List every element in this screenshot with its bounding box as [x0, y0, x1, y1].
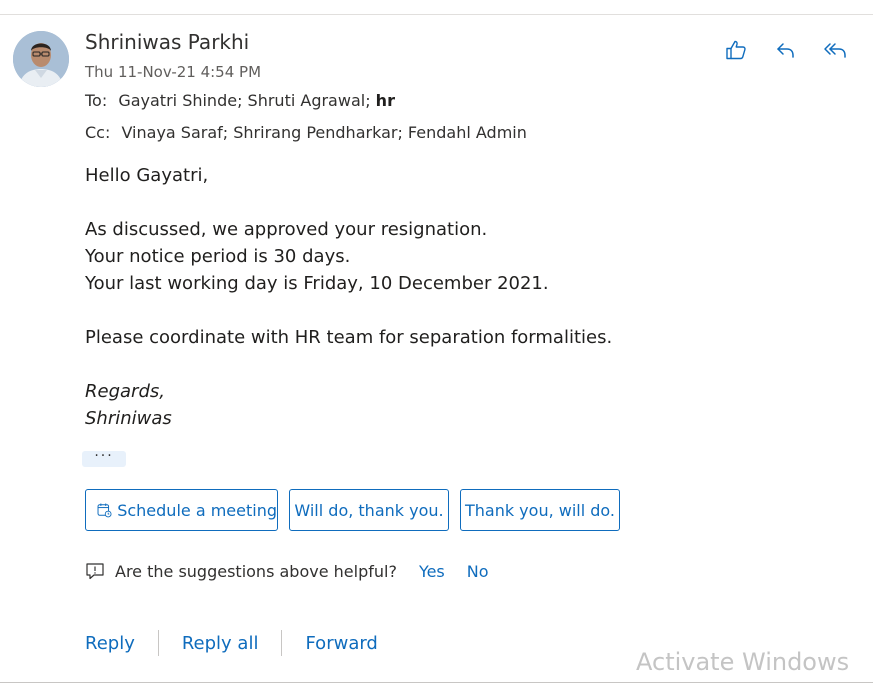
person-photo-icon [13, 31, 69, 87]
body-line-3: Your last working day is Friday, 10 Dece… [85, 273, 549, 294]
cc-recipients[interactable]: Vinaya Saraf; Shrirang Pendharkar; Fenda… [121, 123, 526, 142]
feedback-yes-link[interactable]: Yes [419, 562, 445, 581]
like-icon [726, 40, 746, 60]
body-signature: Shriniwas [85, 408, 172, 429]
calendar-icon [97, 503, 112, 518]
body-line-2: Your notice period is 30 days. [85, 246, 351, 267]
message-actions [722, 36, 850, 64]
reply-all-icon-button[interactable] [822, 36, 850, 64]
avatar[interactable] [13, 31, 69, 87]
show-more-button[interactable]: ··· [82, 449, 126, 467]
body-line-1: As discussed, we approved your resignati… [85, 219, 488, 240]
message-date: Thu 11-Nov-21 4:54 PM [85, 63, 262, 81]
body-greeting: Hello Gayatri, [85, 165, 209, 186]
reply-icon-button[interactable] [772, 36, 800, 64]
body-line-4: Please coordinate with HR team for separ… [85, 327, 613, 348]
forward-button[interactable]: Forward [305, 633, 377, 654]
top-divider [0, 14, 873, 15]
reply-all-button[interactable]: Reply all [182, 633, 259, 654]
feedback-question: Are the suggestions above helpful? [115, 561, 397, 581]
cc-label: Cc: [85, 123, 111, 142]
feedback-comment-icon [86, 563, 104, 580]
divider [157, 630, 159, 656]
reply-bar: Reply Reply all Forward [85, 630, 378, 656]
reply-all-icon [824, 43, 846, 58]
schedule-meeting-button[interactable]: Schedule a meeting [85, 489, 278, 531]
reply-icon [777, 43, 794, 58]
to-recipient-hr[interactable]: hr [376, 91, 395, 110]
divider [281, 630, 283, 656]
feedback-no-link[interactable]: No [467, 562, 489, 581]
schedule-meeting-label: Schedule a meeting [117, 500, 277, 520]
cc-line: Cc: Vinaya Saraf; Shrirang Pendharkar; F… [85, 123, 527, 142]
to-label: To: [85, 91, 108, 110]
to-line: To: Gayatri Shinde; Shruti Agrawal; hr [85, 91, 395, 110]
sender-name[interactable]: Shriniwas Parkhi [85, 30, 249, 54]
suggestion-will-do-button[interactable]: Will do, thank you. [289, 489, 449, 531]
like-button[interactable] [722, 36, 750, 64]
reply-button[interactable]: Reply [85, 633, 135, 654]
body-regards: Regards, [85, 381, 165, 402]
suggestion-thank-you-button[interactable]: Thank you, will do. [460, 489, 620, 531]
activate-windows-watermark: Activate Windows [636, 648, 850, 676]
suggestion-feedback: Are the suggestions above helpful? Yes N… [85, 561, 489, 581]
to-recipients[interactable]: Gayatri Shinde; Shruti Agrawal; [118, 91, 370, 110]
